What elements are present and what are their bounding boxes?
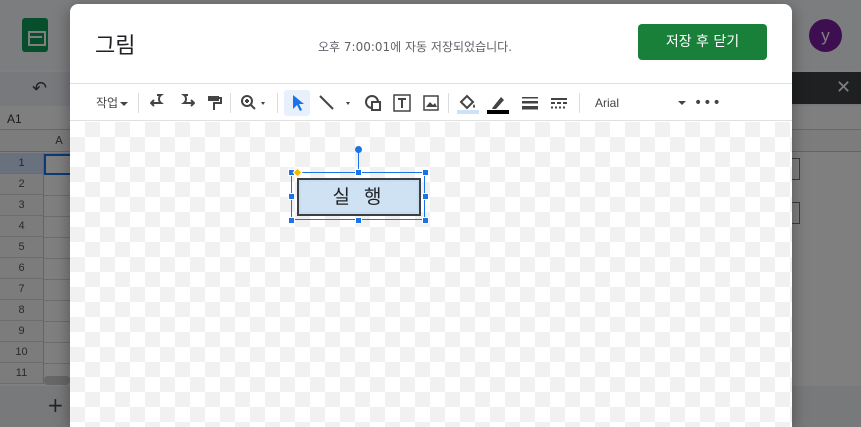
resize-handle[interactable] xyxy=(355,217,362,224)
font-family-select[interactable]: Arial xyxy=(595,84,619,122)
rectangle-shape[interactable]: 실 행 xyxy=(297,178,421,216)
more-options-button[interactable]: ••• xyxy=(694,84,722,122)
select-icon[interactable] xyxy=(291,93,305,113)
border-dash-icon[interactable] xyxy=(550,93,568,113)
save-status: 오후 7:00:01에 자동 저장되었습니다. xyxy=(318,40,512,54)
resize-handle[interactable] xyxy=(288,193,295,200)
drawing-dialog: 그림 오후 7:00:01에 자동 저장되었습니다. 저장 후 닫기 작업 Ar… xyxy=(70,4,792,427)
resize-handle[interactable] xyxy=(288,217,295,224)
rotate-handle[interactable] xyxy=(355,146,362,153)
drawing-toolbar: 작업 Arial ••• xyxy=(70,83,792,121)
border-color-icon[interactable] xyxy=(487,93,509,114)
toolbar-divider xyxy=(579,93,580,113)
resize-handle[interactable] xyxy=(355,169,362,176)
chevron-down-icon[interactable] xyxy=(678,101,686,105)
dialog-title: 그림 xyxy=(95,34,136,59)
toolbar-divider xyxy=(230,93,231,113)
toolbar-divider xyxy=(138,93,139,113)
actions-label: 작업 xyxy=(96,96,119,110)
resize-handle[interactable] xyxy=(422,169,429,176)
drawing-canvas[interactable]: 실 행 xyxy=(70,122,792,427)
toolbar-divider xyxy=(277,93,278,113)
image-icon[interactable] xyxy=(422,93,440,113)
toolbar-divider xyxy=(448,93,449,113)
actions-menu[interactable]: 작업 xyxy=(96,84,129,122)
save-and-close-button[interactable]: 저장 후 닫기 xyxy=(638,24,767,60)
shape-icon[interactable] xyxy=(364,93,382,113)
zoom-icon[interactable] xyxy=(240,93,270,113)
undo-icon[interactable] xyxy=(150,93,168,113)
border-weight-icon[interactable] xyxy=(521,93,539,113)
redo-icon[interactable] xyxy=(177,93,195,113)
line-icon[interactable] xyxy=(317,93,353,113)
fill-color-icon[interactable] xyxy=(457,93,479,114)
selected-shape-group[interactable]: 실 행 xyxy=(288,146,430,228)
paint-format-icon[interactable] xyxy=(206,93,222,113)
resize-handle[interactable] xyxy=(422,193,429,200)
chevron-down-icon xyxy=(120,101,129,106)
resize-handle[interactable] xyxy=(422,217,429,224)
text-box-icon[interactable] xyxy=(392,93,412,113)
